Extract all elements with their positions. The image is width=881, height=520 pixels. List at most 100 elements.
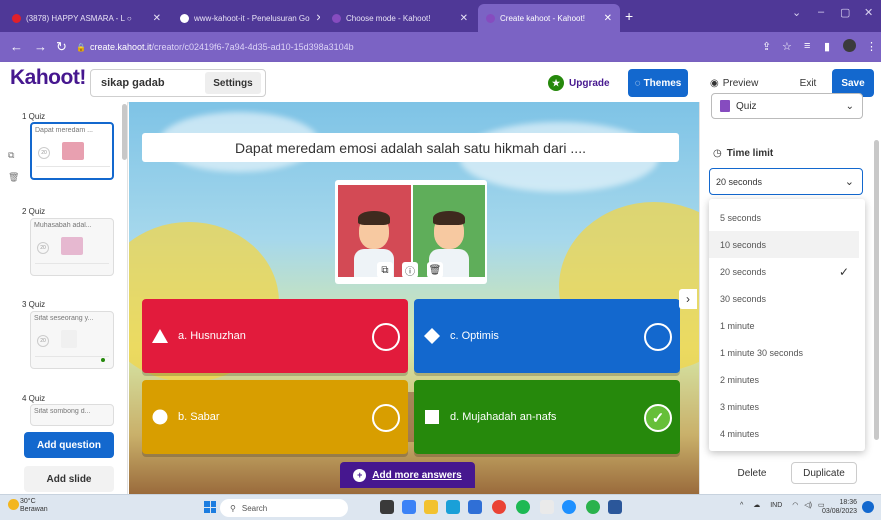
forward-icon[interactable]: → — [34, 39, 47, 54]
answer-bars — [36, 166, 110, 174]
sidebar-panel-icon[interactable]: ▮ — [824, 40, 830, 53]
delete-question-button[interactable]: Delete — [722, 462, 782, 484]
system-tray[interactable]: ^ ☁ IND ◠ ◁) ▭ — [740, 501, 825, 509]
question-type-select[interactable]: Quiz ⌄ — [711, 93, 863, 119]
store-icon[interactable] — [468, 500, 482, 514]
app-icon[interactable] — [562, 500, 576, 514]
question-input[interactable]: Dapat meredam emosi adalah salah satu hi… — [142, 133, 679, 162]
kahoot-tab-icon — [332, 13, 341, 23]
mark-correct-toggle[interactable] — [644, 323, 672, 351]
edge-icon[interactable] — [446, 500, 460, 514]
palette-icon: ◌ — [634, 77, 641, 89]
notification-icon[interactable] — [862, 501, 874, 513]
chrome-icon[interactable] — [492, 500, 506, 514]
plus-icon: + — [353, 468, 367, 482]
delete-slide-icon[interactable]: 🗑 — [8, 172, 19, 183]
answer-a[interactable]: a. Husnuzhan — [142, 299, 408, 373]
collapse-panel-chevron-icon[interactable]: › — [679, 289, 697, 309]
themes-button[interactable]: ◌ Themes — [628, 69, 688, 97]
address-bar[interactable]: 🔒 create.kahoot.it /creator/c02419f6-7a9… — [76, 36, 716, 58]
correct-check-icon[interactable]: ✓ — [644, 404, 672, 432]
taskbar-search[interactable]: ⚲ Search — [220, 499, 348, 517]
slide-thumbnail-4[interactable]: Sifat sombong d... — [30, 404, 114, 426]
star-icon: ★ — [548, 75, 564, 91]
duplicate-slide-icon[interactable]: ⧉ — [8, 150, 14, 161]
checkmark-icon: ✓ — [838, 264, 849, 279]
close-tab-icon[interactable]: ✕ — [310, 13, 320, 24]
kahoot-tab-icon — [486, 13, 495, 23]
bookmark-star-icon[interactable]: ☆ — [782, 40, 792, 53]
trash-icon[interactable]: 🗑 — [427, 262, 443, 278]
time-option[interactable]: 1 minute 30 seconds — [709, 339, 859, 366]
add-question-button[interactable]: Add question — [24, 432, 114, 458]
preview-button[interactable]: ◉ Preview — [710, 72, 758, 94]
triangle-icon — [152, 328, 168, 344]
upgrade-button[interactable]: ★ Upgrade — [548, 72, 610, 94]
time-option[interactable]: 10 seconds — [709, 231, 859, 258]
crop-icon[interactable]: ⧉ — [377, 262, 393, 278]
tab-search-chevron-icon[interactable]: ⌄ — [792, 6, 801, 19]
answer-b[interactable]: b. Sabar — [142, 380, 408, 454]
time-option[interactable]: 2 minutes — [709, 366, 859, 393]
time-option[interactable]: 30 seconds — [709, 285, 859, 312]
volume-icon: ◁) — [804, 502, 812, 509]
duplicate-question-button[interactable]: Duplicate — [791, 462, 857, 484]
maximize-button[interactable]: ▢ — [840, 6, 850, 19]
time-option[interactable]: 4 minutes — [709, 420, 859, 447]
back-icon[interactable]: ← — [10, 39, 23, 54]
mark-correct-toggle[interactable] — [372, 404, 400, 432]
file-explorer-icon[interactable] — [424, 500, 438, 514]
browser-tab-youtube[interactable]: (3878) HAPPY ASMARA - L ○ ✕ — [4, 4, 169, 32]
panel-scrollbar[interactable] — [874, 140, 879, 440]
profile-avatar[interactable] — [843, 39, 856, 52]
windows-start-icon[interactable] — [204, 501, 216, 513]
browser-tab-create-kahoot[interactable]: Create kahoot - Kahoot! ✕ — [478, 4, 620, 32]
time-option-selected[interactable]: 20 seconds ✓ — [709, 258, 859, 285]
time-limit-label: ◷ Time limit — [713, 148, 774, 159]
reload-icon[interactable]: ↻ — [56, 39, 67, 55]
slide-thumbnail-1[interactable]: Dapat meredam ... 20 — [30, 122, 114, 180]
close-tab-icon[interactable]: ✕ — [598, 13, 612, 24]
wifi-icon: ◠ — [792, 502, 799, 509]
photos-app-icon[interactable] — [540, 500, 554, 514]
reading-list-icon[interactable]: ≡ — [804, 40, 810, 52]
share-icon[interactable]: ⇪ — [762, 40, 771, 53]
google-icon — [180, 13, 189, 23]
browser-tab-choose-mode[interactable]: Choose mode - Kahoot! ✕ — [324, 4, 476, 32]
kahoot-logo[interactable]: Kahoot! — [10, 66, 86, 90]
close-tab-icon[interactable]: ✕ — [454, 13, 468, 24]
info-icon[interactable]: ⓘ — [402, 262, 418, 278]
new-tab-button[interactable]: + — [625, 8, 633, 24]
calm-man-illustration — [413, 185, 485, 277]
sidebar-scrollbar[interactable] — [122, 104, 127, 160]
slide-thumbnail-2[interactable]: Muhasabah adal... 20 — [30, 218, 114, 276]
taskbar-clock[interactable]: 18:36 03/08/2023 — [822, 498, 857, 516]
whatsapp-icon[interactable] — [586, 500, 600, 514]
task-view-icon[interactable] — [380, 500, 394, 514]
time-limit-select[interactable]: 20 seconds ⌄ — [709, 168, 863, 195]
weather-widget[interactable]: 30°C Berawan — [8, 498, 48, 514]
browser-tab-google[interactable]: www-kahoot-it - Penelusuran Go ✕ — [172, 4, 320, 32]
timer-badge: 20 — [37, 335, 49, 347]
time-option[interactable]: 3 minutes — [709, 393, 859, 420]
answer-c[interactable]: c. Optimis — [414, 299, 680, 373]
correct-dot — [101, 358, 105, 362]
add-more-answers-button[interactable]: + Add more answers — [340, 462, 475, 488]
spotify-icon[interactable] — [516, 500, 530, 514]
add-slide-button[interactable]: Add slide — [24, 466, 114, 492]
slide-label: 3 Quiz — [22, 300, 46, 309]
zoom-app-icon[interactable] — [402, 500, 416, 514]
time-option[interactable]: 1 minute — [709, 312, 859, 339]
mark-correct-toggle[interactable] — [372, 323, 400, 351]
time-option[interactable]: 5 seconds — [709, 204, 859, 231]
close-window-button[interactable]: ✕ — [864, 6, 873, 19]
quiz-type-icon — [720, 100, 730, 112]
slide-thumbnail-3[interactable]: Sifat seseorang y... 20 — [30, 311, 114, 369]
close-tab-icon[interactable]: ✕ — [147, 13, 161, 24]
minimize-button[interactable]: – — [818, 6, 824, 18]
exit-button[interactable]: Exit — [790, 72, 826, 94]
word-icon[interactable] — [608, 500, 622, 514]
answer-d[interactable]: d. Mujahadah an-nafs ✓ — [414, 380, 680, 454]
settings-button[interactable]: Settings — [205, 72, 261, 94]
browser-menu-icon[interactable]: ⋮ — [866, 40, 877, 53]
